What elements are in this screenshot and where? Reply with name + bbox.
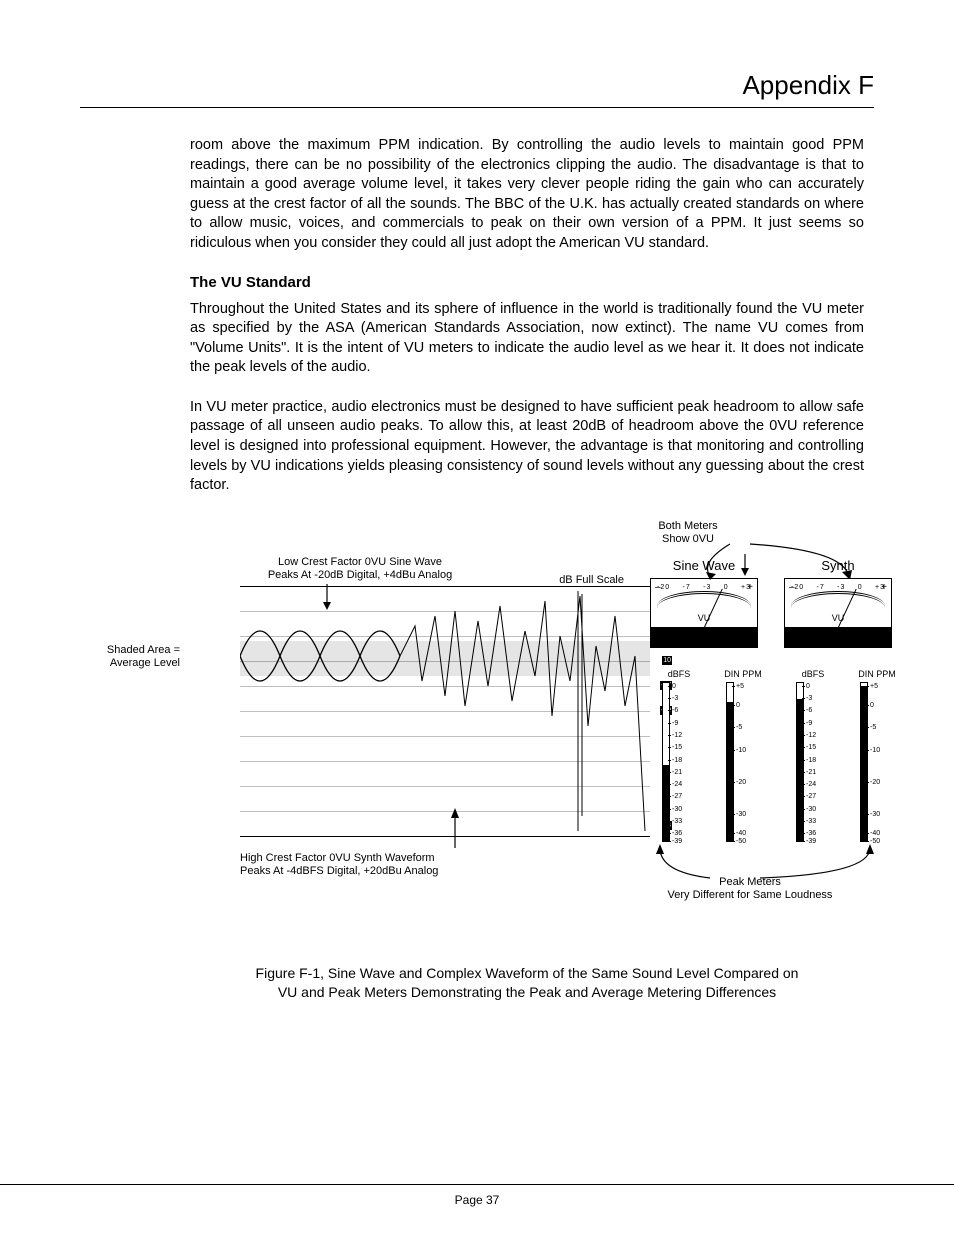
waveform-plot: -20 -27 10 -27 -20 -4 — [240, 586, 650, 836]
page-number: Page 37 — [455, 1193, 500, 1207]
vu-meter-sine: – + -20-7-30+3 VU — [650, 578, 758, 648]
bar-meter-synth-din: DIN PPM +5 0 -5 -10 -20 -30 -40 -50 — [852, 682, 902, 842]
arrow-up-icon — [448, 808, 462, 848]
section-heading-vu-standard: The VU Standard — [190, 273, 864, 293]
appendix-title: Appendix F — [80, 70, 874, 101]
bar-meter-sine-dbfs: dBFS 0 -3 -6 -9 -12 -15 -18 -21 -24 -27 … — [654, 682, 704, 842]
figure-caption: Figure F-1, Sine Wave and Complex Wavefo… — [250, 964, 804, 1002]
label-synth: Synth — [784, 558, 892, 574]
paragraph-2: Throughout the United States and its sph… — [190, 300, 864, 378]
page-footer: Page 37 — [0, 1184, 954, 1207]
label-shaded-area: Shaded Area = Average Level — [70, 644, 180, 672]
page-header: Appendix F — [80, 70, 874, 108]
bar-meter-synth-dbfs: dBFS 0 -3 -6 -9 -12 -15 -18 -21 -24 -27 … — [788, 682, 838, 842]
paragraph-1: room above the maximum PPM indication. B… — [190, 136, 864, 253]
curve-arrows-bottom-icon — [640, 844, 900, 884]
label-low-crest: Low Crest Factor 0VU Sine Wave Peaks At … — [230, 556, 490, 584]
vu-meter-synth: – + -20-7-30+3 VU — [784, 578, 892, 648]
paragraph-3: In VU meter practice, audio electronics … — [190, 398, 864, 496]
label-high-crest: High Crest Factor 0VU Synth Waveform Pea… — [240, 852, 530, 880]
waveform-svg — [240, 586, 650, 836]
body-text: room above the maximum PPM indication. B… — [190, 136, 864, 1001]
figure-f1: Both Meters Show 0VU Low Crest Factor 0V… — [190, 526, 864, 946]
bar-meter-sine-din: DIN PPM +5 0 -5 -10 -20 -30 -40 -50 — [718, 682, 768, 842]
